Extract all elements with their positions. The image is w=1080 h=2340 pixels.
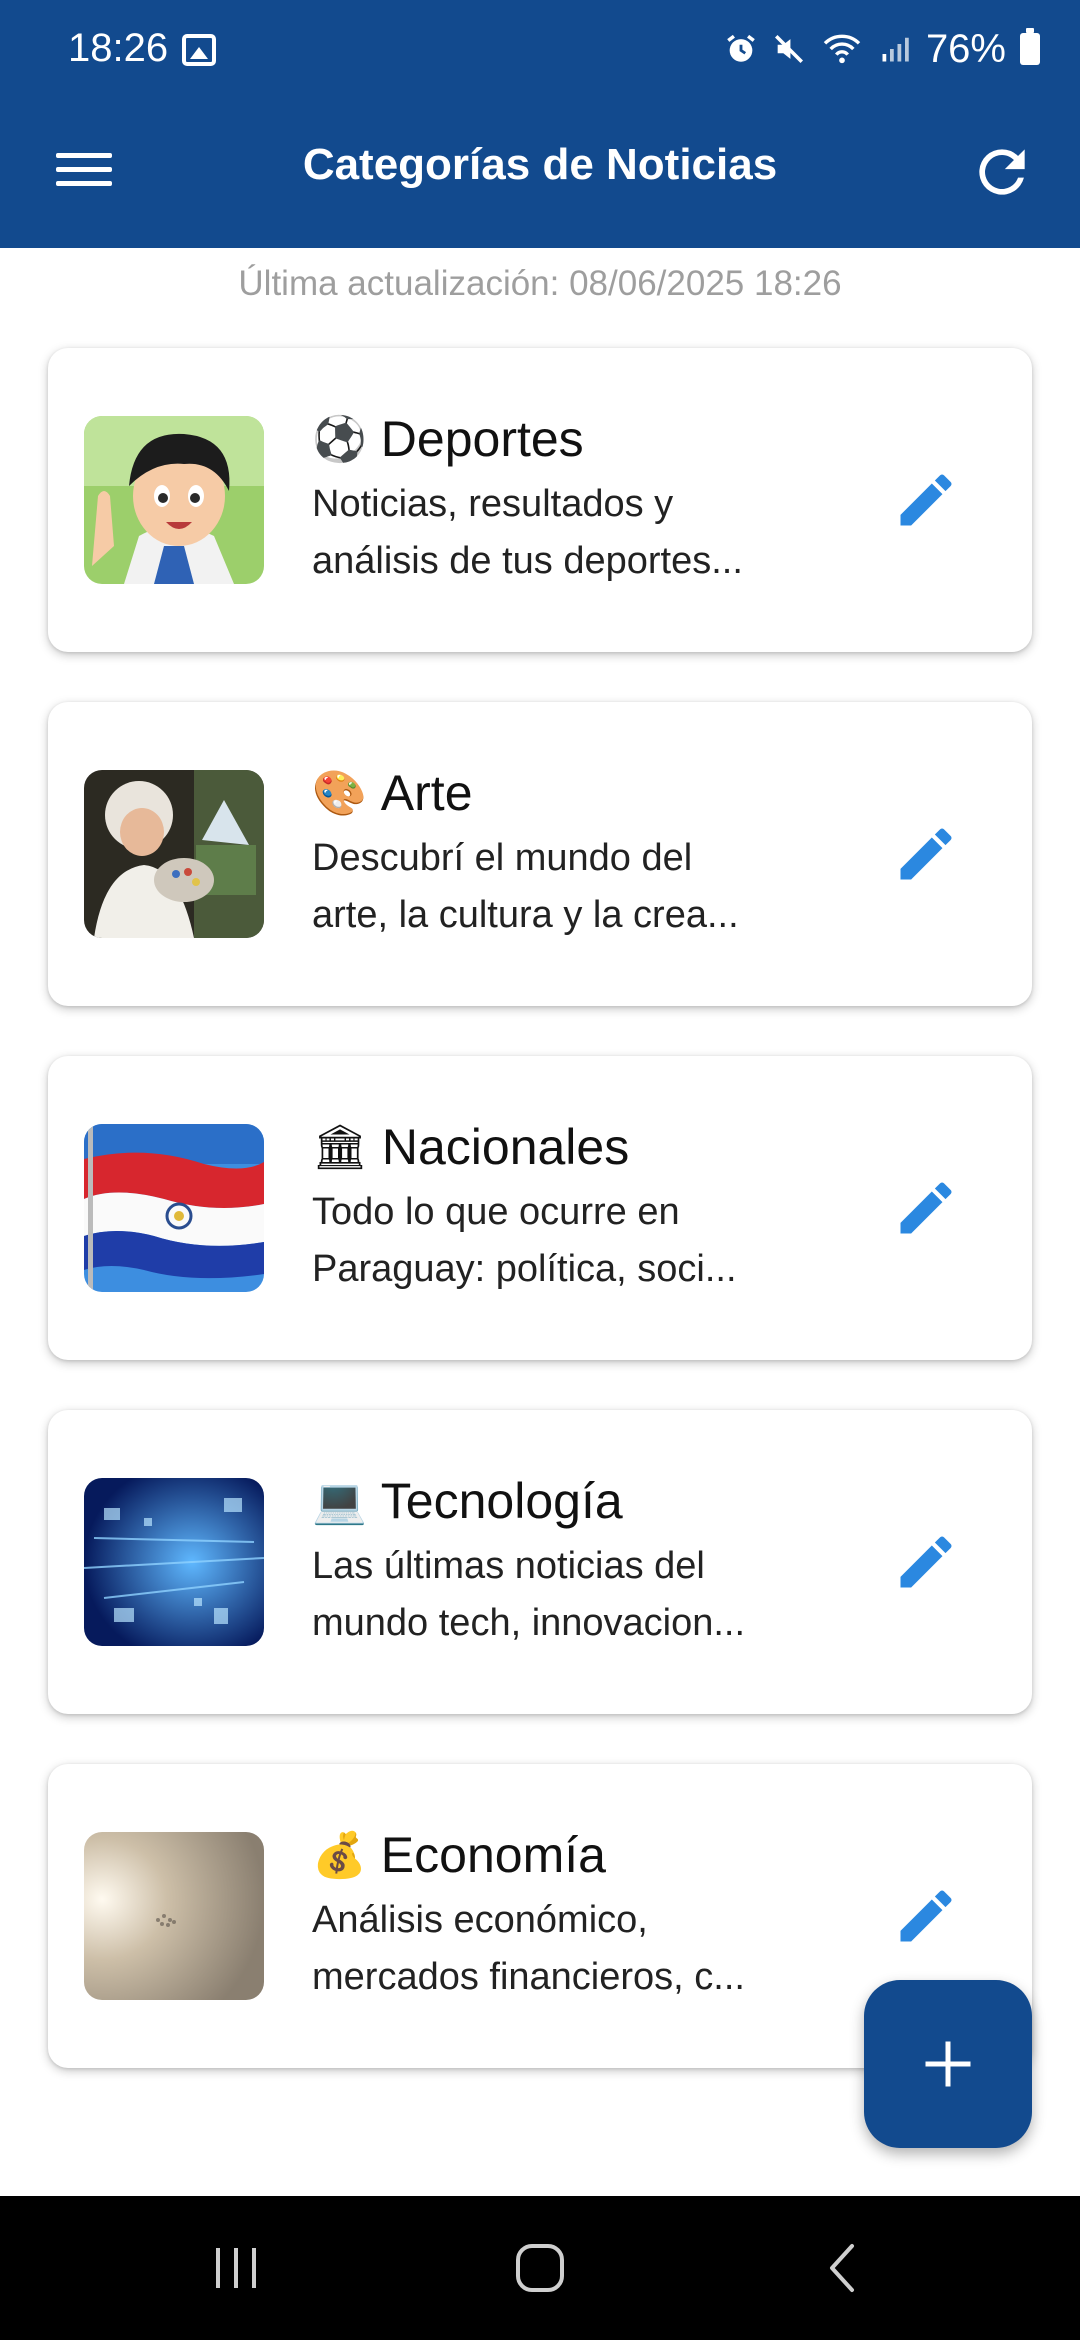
- classical-building-icon: 🏛: [312, 1123, 368, 1172]
- add-category-button[interactable]: [864, 1980, 1032, 2148]
- wifi-icon: [820, 32, 864, 66]
- category-image: [84, 770, 264, 938]
- category-image: [84, 1832, 264, 2000]
- category-description: Noticias, resultados y análisis de tus d…: [312, 476, 832, 590]
- category-name: Arte: [380, 765, 473, 821]
- description-line-1: Noticias, resultados y: [312, 483, 674, 525]
- category-name: Deportes: [380, 411, 584, 467]
- category-image: [84, 416, 264, 584]
- system-nav-bar: [0, 2196, 1080, 2340]
- category-card-nacionales[interactable]: 🏛 Nacionales Todo lo que ocurre en Parag…: [48, 1056, 1032, 1360]
- category-description: Análisis económico, mercados financieros…: [312, 1892, 832, 2006]
- edit-icon[interactable]: [892, 466, 960, 534]
- recent-apps-icon[interactable]: [196, 2236, 276, 2300]
- category-title: 💰 Economía: [312, 1826, 606, 1884]
- category-title: 💻 Tecnología: [312, 1472, 623, 1530]
- description-line-2: mundo tech, innovacion...: [312, 1602, 746, 1644]
- category-image: [84, 1478, 264, 1646]
- plus-icon: [925, 2041, 971, 2087]
- laptop-icon: 💻: [312, 1477, 367, 1526]
- home-icon[interactable]: [500, 2236, 580, 2300]
- description-line-2: Paraguay: política, soci...: [312, 1248, 737, 1290]
- status-bar: 18:26 76%: [0, 0, 1080, 100]
- description-line-1: Análisis económico,: [312, 1899, 648, 1941]
- refresh-icon[interactable]: [968, 138, 1036, 206]
- page-title: Categorías de Noticias: [302, 140, 778, 189]
- soccer-ball-icon: ⚽: [312, 415, 367, 464]
- description-line-2: análisis de tus deportes...: [312, 540, 743, 582]
- edit-icon[interactable]: [892, 820, 960, 888]
- category-card-tecnologia[interactable]: 💻 Tecnología Las últimas noticias del mu…: [48, 1410, 1032, 1714]
- palette-icon: 🎨: [312, 769, 367, 818]
- back-icon[interactable]: [804, 2236, 884, 2300]
- category-title: ⚽ Deportes: [312, 410, 584, 468]
- battery-icon: [1020, 28, 1040, 65]
- category-name: Tecnología: [380, 1473, 623, 1529]
- category-image: [84, 1124, 264, 1292]
- signal-icon: [878, 32, 912, 66]
- app-bar: Categorías de Noticias: [0, 100, 1080, 248]
- last-update-text: Última actualización: 08/06/2025 18:26: [238, 264, 842, 303]
- description-line-1: Todo lo que ocurre en: [312, 1191, 680, 1233]
- edit-icon[interactable]: [892, 1174, 960, 1242]
- category-card-deportes[interactable]: ⚽ Deportes Noticias, resultados y anális…: [48, 348, 1032, 652]
- category-name: Nacionales: [381, 1119, 630, 1175]
- category-description: Las últimas noticias del mundo tech, inn…: [312, 1538, 832, 1652]
- description-line-1: Descubrí el mundo del: [312, 837, 693, 879]
- money-bag-icon: 💰: [312, 1831, 367, 1880]
- status-time: 18:26: [68, 26, 169, 70]
- category-card-arte[interactable]: 🎨 Arte Descubrí el mundo del arte, la cu…: [48, 702, 1032, 1006]
- edit-icon[interactable]: [892, 1528, 960, 1596]
- category-description: Todo lo que ocurre en Paraguay: política…: [312, 1184, 832, 1298]
- alarm-icon: [724, 32, 758, 66]
- category-description: Descubrí el mundo del arte, la cultura y…: [312, 830, 832, 944]
- description-line-2: arte, la cultura y la crea...: [312, 894, 739, 936]
- status-icons: 76%: [724, 24, 1040, 74]
- mute-icon: [772, 32, 806, 66]
- category-name: Economía: [380, 1827, 606, 1883]
- category-title: 🏛 Nacionales: [312, 1118, 629, 1176]
- edit-icon[interactable]: [892, 1882, 960, 1950]
- description-line-2: mercados financieros, c...: [312, 1956, 745, 1998]
- gallery-icon: [182, 34, 216, 66]
- battery-percent: 76%: [925, 26, 1006, 71]
- description-line-1: Las últimas noticias del: [312, 1545, 705, 1587]
- category-title: 🎨 Arte: [312, 764, 473, 822]
